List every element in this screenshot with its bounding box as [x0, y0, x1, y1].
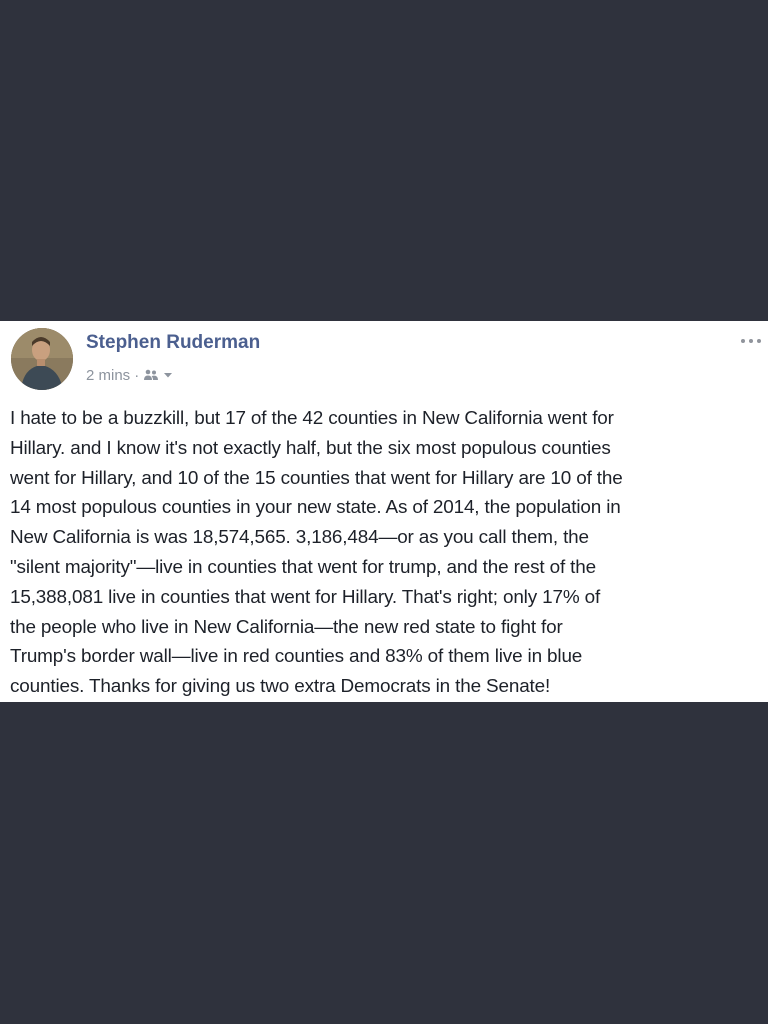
author-name-link[interactable]: Stephen Ruderman — [86, 332, 260, 354]
post-timestamp[interactable]: 2 mins — [86, 367, 130, 384]
post-meta: 2 mins · — [86, 365, 173, 385]
chevron-down-icon[interactable] — [163, 371, 173, 379]
post-body-text: I hate to be a buzzkill, but 17 of the 4… — [10, 408, 623, 698]
more-options-icon[interactable] — [738, 335, 764, 347]
meta-separator: · — [134, 366, 140, 384]
facebook-post-card: Stephen Ruderman 2 mins · I hate to be a… — [0, 321, 768, 702]
friends-icon[interactable] — [143, 369, 159, 381]
avatar-photo-icon — [11, 328, 73, 390]
author-avatar[interactable] — [11, 328, 73, 390]
